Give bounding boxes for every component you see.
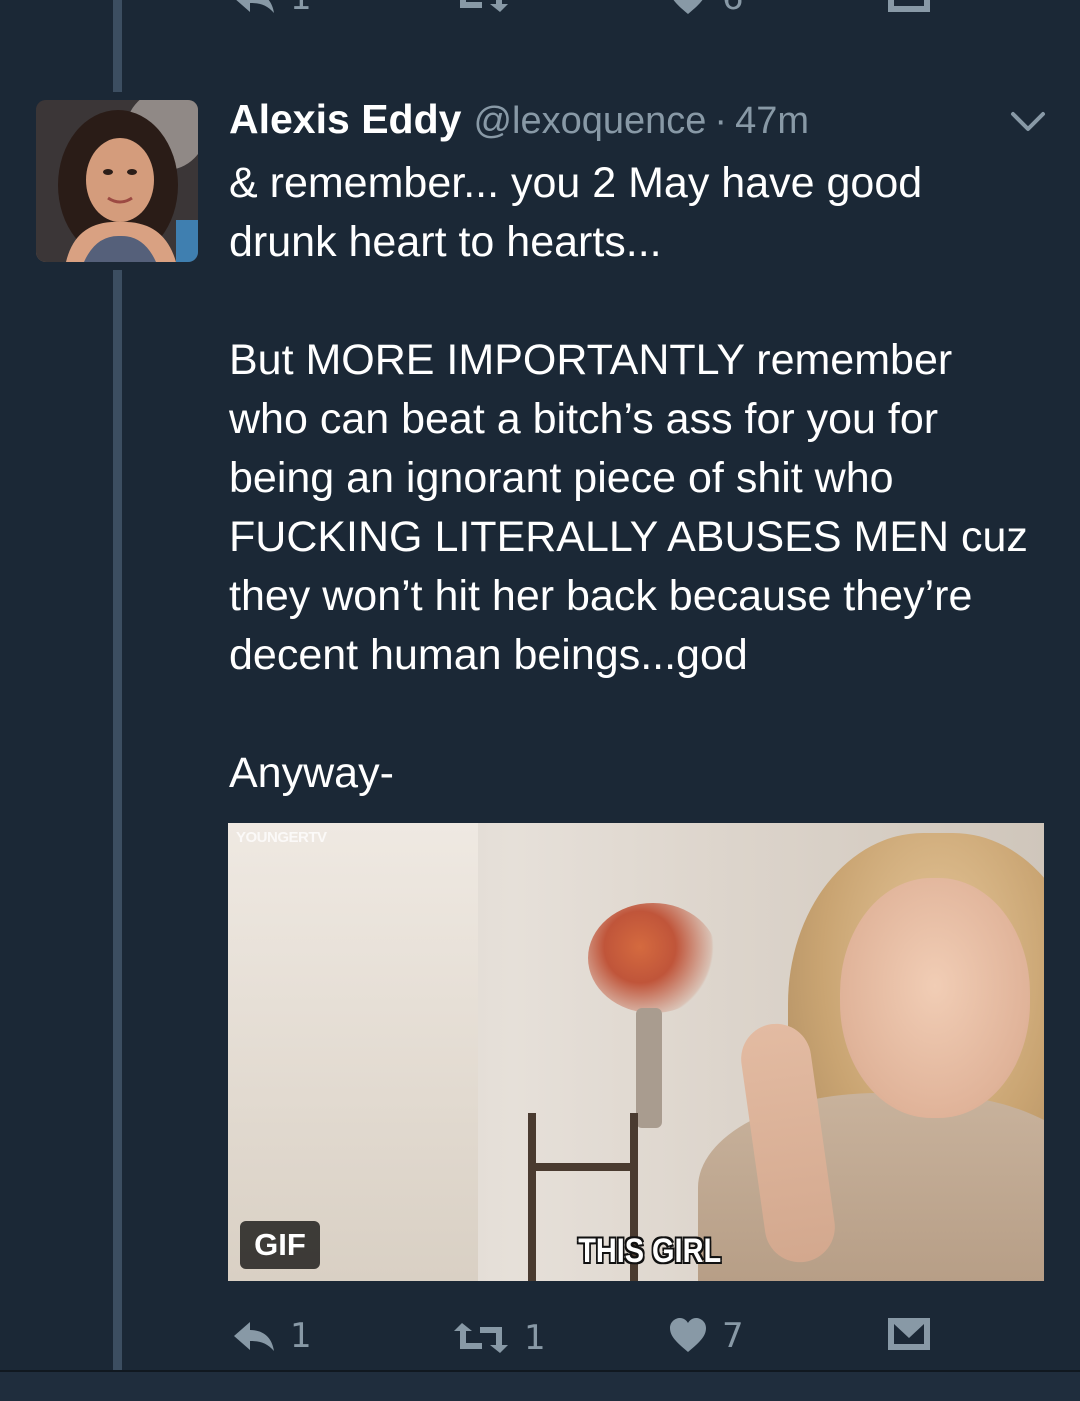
gif-caption: THIS GIRL [578, 1232, 722, 1270]
tweet-text-line: FUCKING LITERALLY ABUSES MEN cuz [229, 513, 1028, 561]
reply-count: 1 [290, 1316, 312, 1356]
tweet-text-line: who can beat a bitch’s ass for you for [229, 395, 939, 443]
next-tweet-area [0, 1372, 1080, 1401]
reply-icon [236, 0, 274, 13]
retweet-button[interactable]: 1 [452, 1318, 546, 1358]
tweet-text: & remember... you 2 May have good drunk … [229, 154, 1049, 803]
tweet-text-line: decent human beings...god [229, 631, 748, 679]
previous-tweet-actions: 1 6 [0, 0, 1080, 28]
heart-icon [673, 0, 703, 14]
envelope-icon [888, 0, 930, 12]
prev-reply-count: 1 [290, 0, 312, 18]
prev-like-button[interactable]: 6 [668, 0, 744, 18]
prev-retweet-button[interactable] [452, 0, 524, 14]
tweet-text-line: Anyway- [229, 749, 394, 797]
tweet-thread-view: 1 6 Alexis Eddy @lexoqu [0, 0, 1080, 1401]
retweet-icon [460, 0, 508, 12]
tweet-text-line: they won’t hit her back because they’re [229, 572, 973, 620]
media-watermark: YOUNGERTV [236, 829, 327, 846]
media-person-face [840, 878, 1030, 1118]
gif-media[interactable]: YOUNGERTV GIF THIS GIRL [228, 823, 1044, 1281]
retweet-count: 1 [524, 1318, 546, 1358]
tweet-actions: 1 1 7 [0, 1312, 1080, 1362]
tweet-text-line: being an ignorant piece of shit who [229, 454, 894, 502]
tweet-text-line: But MORE IMPORTANTLY remember [229, 336, 953, 384]
thread-connector-bottom [113, 270, 122, 1370]
tweet-text-line: drunk heart to hearts... [229, 218, 662, 266]
envelope-icon [888, 1318, 930, 1350]
avatar-photo [36, 100, 198, 262]
gif-badge: GIF [240, 1221, 320, 1269]
avatar[interactable] [36, 100, 198, 262]
prev-dm-button[interactable] [888, 0, 930, 12]
dm-button[interactable] [888, 1318, 930, 1350]
tweet-header: Alexis Eddy @lexoquence · 47m [229, 96, 809, 143]
media-background [228, 823, 478, 1281]
media-stool-bar [528, 1163, 638, 1171]
prev-like-count: 6 [722, 0, 744, 18]
separator-dot: · [714, 100, 728, 142]
like-button[interactable]: 7 [668, 1316, 744, 1356]
heart-icon [670, 1318, 706, 1352]
media-vase [636, 1008, 662, 1128]
chevron-down-icon[interactable] [1008, 108, 1048, 138]
reply-icon [234, 1322, 274, 1351]
like-count: 7 [722, 1316, 744, 1356]
retweet-icon [454, 1323, 508, 1353]
prev-reply-button[interactable]: 1 [232, 0, 312, 18]
timestamp[interactable]: 47m [735, 100, 809, 143]
media-flowers [588, 903, 718, 1013]
reply-button[interactable]: 1 [232, 1316, 312, 1356]
user-handle[interactable]: @lexoquence [473, 100, 706, 143]
display-name[interactable]: Alexis Eddy [229, 96, 461, 143]
tweet-text-line: & remember... you 2 May have good [229, 159, 923, 207]
